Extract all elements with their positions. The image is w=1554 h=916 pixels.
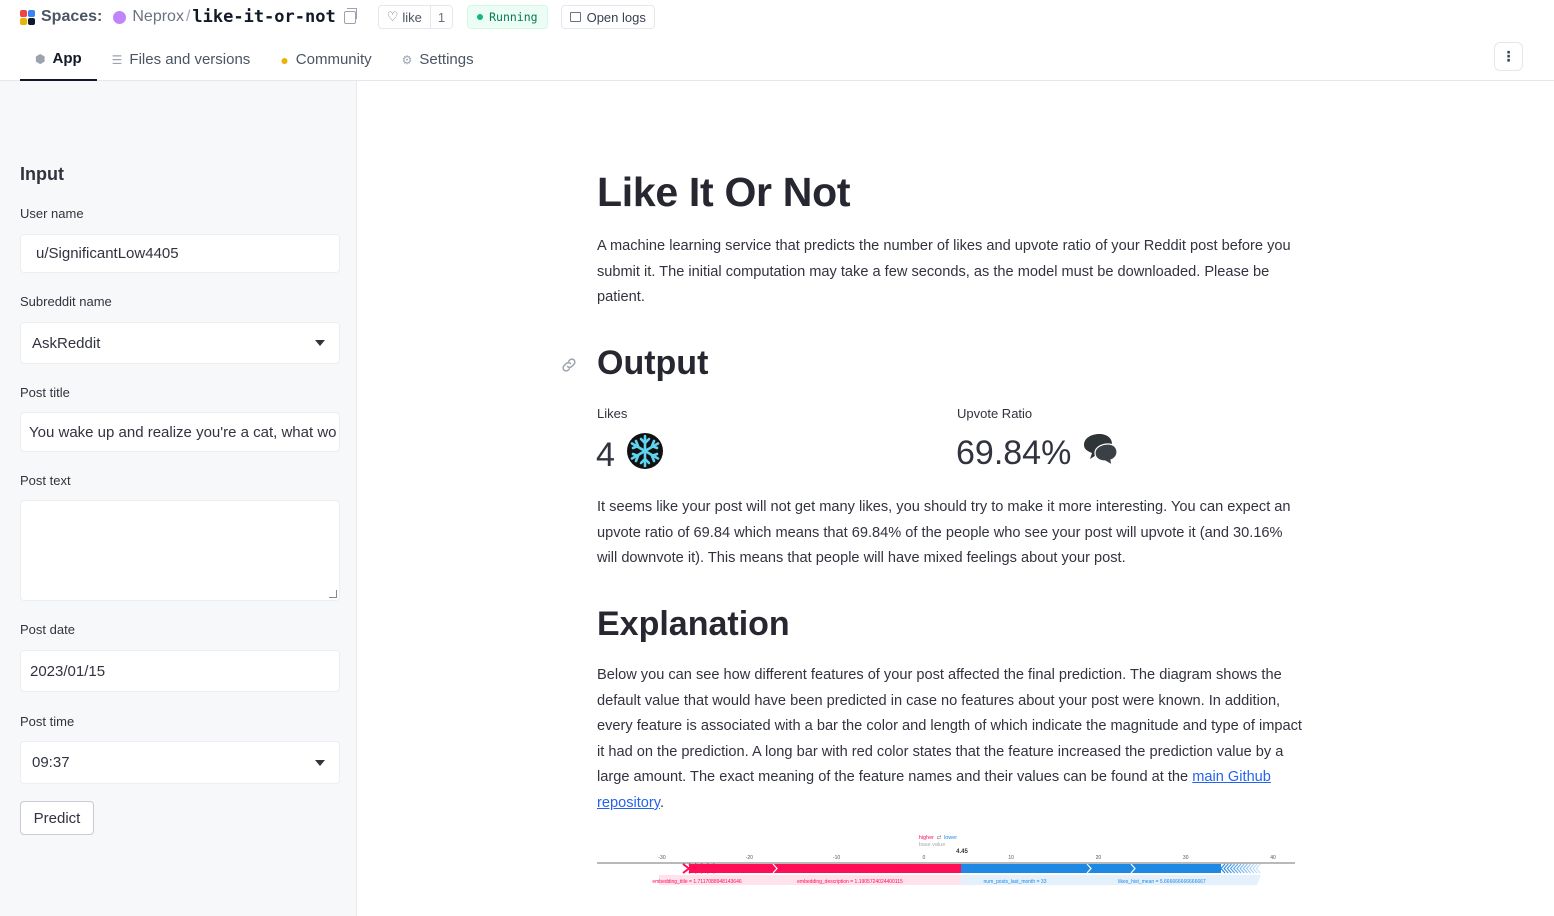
shap-force-plot: higher ⇄ lower base value 4.45 -30 -20 -10… bbox=[597, 834, 1295, 885]
force-plot-feature-label: embedding_title = 1.7117088948143646 bbox=[652, 879, 742, 885]
predict-button[interactable]: Predict bbox=[20, 801, 94, 835]
chevron-down-icon bbox=[315, 759, 325, 766]
space-title-row: Spaces: Neprox / like-it-or-not ♡ like 1… bbox=[20, 5, 655, 29]
community-icon: ● bbox=[280, 51, 289, 68]
tab-community[interactable]: ● Community bbox=[265, 38, 386, 81]
force-plot-ticks: -30 -20 -10 0 10 20 30 40 bbox=[658, 855, 1276, 861]
kebab-icon: ⋮ bbox=[1501, 48, 1516, 64]
output-heading: Output bbox=[597, 344, 709, 382]
spaces-link[interactable]: Spaces: bbox=[41, 8, 102, 26]
subreddit-select[interactable]: AskReddit bbox=[20, 322, 340, 364]
repo-name-link[interactable]: like-it-or-not bbox=[192, 7, 335, 27]
force-plot-tick-label: 30 bbox=[1183, 855, 1189, 861]
post-time-select[interactable]: 09:37 bbox=[20, 741, 340, 784]
post-title-input[interactable]: You wake up and realize you're a cat, wh… bbox=[20, 412, 340, 452]
upvote-ratio-metric: 69.84% bbox=[956, 431, 1119, 476]
gear-icon: ⚙ bbox=[401, 52, 413, 67]
post-text-label: Post text bbox=[20, 473, 71, 488]
post-date-input[interactable]: 2023/01/15 bbox=[20, 650, 340, 692]
force-plot-tick-label: -30 bbox=[658, 855, 665, 861]
subreddit-label: Subreddit name bbox=[20, 294, 112, 309]
force-plot-base-value-label: base value bbox=[919, 842, 946, 848]
force-plot-lower-arrow bbox=[1255, 863, 1261, 874]
force-plot-tick-label: 10 bbox=[1008, 855, 1014, 861]
force-plot-tick-label: 40 bbox=[1270, 855, 1276, 861]
likes-label: Likes bbox=[597, 406, 628, 421]
subreddit-value: AskReddit bbox=[32, 334, 101, 352]
force-plot-lower-label: lower bbox=[944, 835, 957, 841]
open-logs-label: Open logs bbox=[586, 9, 646, 25]
chevron-down-icon bbox=[315, 340, 325, 346]
user-name-value: u/SignificantLow4405 bbox=[36, 245, 179, 262]
page-title: Like It Or Not bbox=[597, 169, 851, 215]
tab-community-label: Community bbox=[295, 51, 372, 68]
tab-app[interactable]: ⬢ App bbox=[20, 38, 97, 81]
sidebar-title: Input bbox=[20, 164, 64, 184]
explanation-heading: Explanation bbox=[597, 605, 790, 643]
force-plot-feature-label: likes_hist_mean = 5.666666666666667 bbox=[1118, 879, 1206, 885]
post-title-value: You wake up and realize you're a cat, wh… bbox=[29, 423, 337, 441]
space-tabs: ⬢ App ☰ Files and versions ● Community ⚙… bbox=[20, 38, 489, 81]
post-title-label: Post title bbox=[20, 385, 70, 400]
input-sidebar: Input User name u/SignificantLow4405 Sub… bbox=[0, 81, 357, 916]
speech-balloons-icon bbox=[1081, 431, 1119, 476]
force-plot-tick-label: 0 bbox=[922, 855, 925, 861]
status-label: Running bbox=[489, 10, 538, 24]
tab-settings-label: Settings bbox=[419, 51, 474, 68]
logs-icon bbox=[569, 12, 581, 22]
explanation-body: Below you can see how different features… bbox=[597, 667, 1302, 786]
force-plot-higher-arrow bbox=[682, 863, 691, 874]
copy-icon[interactable] bbox=[343, 7, 357, 24]
tab-settings[interactable]: ⚙ Settings bbox=[387, 38, 489, 81]
tab-files-label: Files and versions bbox=[129, 51, 251, 68]
post-time-label: Post time bbox=[20, 714, 75, 729]
owner-link[interactable]: Neprox bbox=[132, 8, 184, 26]
force-plot-tick-label: -20 bbox=[746, 855, 753, 861]
likes-value: 4 bbox=[596, 436, 615, 474]
upvote-ratio-value: 69.84% bbox=[956, 434, 1072, 472]
force-plot-arrows-label: ⇄ bbox=[937, 834, 942, 841]
intro-text: A machine learning service that predicts… bbox=[597, 238, 1291, 306]
path-separator: / bbox=[185, 8, 191, 25]
post-text-textarea[interactable] bbox=[20, 500, 340, 601]
snowflake-icon bbox=[625, 431, 665, 480]
force-plot-higher-bar bbox=[689, 864, 961, 873]
link-icon[interactable] bbox=[560, 356, 578, 374]
user-name-input[interactable]: u/SignificantLow4405 bbox=[20, 234, 340, 273]
spaces-logo-icon[interactable] bbox=[20, 9, 35, 25]
post-date-value: 2023/01/15 bbox=[30, 662, 106, 680]
likes-metric: 4 bbox=[596, 431, 665, 480]
main-content: Like It Or Not A machine learning servic… bbox=[357, 81, 1554, 916]
cube-icon: ⬢ bbox=[35, 51, 46, 66]
status-dot-icon bbox=[477, 14, 484, 20]
explanation-end: . bbox=[660, 794, 665, 811]
heart-icon: ♡ bbox=[386, 9, 399, 24]
tab-app-label: App bbox=[52, 50, 82, 67]
output-text: It seems like your post will not get man… bbox=[597, 499, 1291, 567]
explanation-text: Below you can see how different features… bbox=[597, 663, 1303, 817]
post-time-value: 09:37 bbox=[32, 754, 70, 771]
tab-files-and-versions[interactable]: ☰ Files and versions bbox=[97, 38, 266, 81]
space-header: Spaces: Neprox / like-it-or-not ♡ like 1… bbox=[0, 0, 1554, 81]
more-options-button[interactable]: ⋮ bbox=[1494, 42, 1523, 71]
force-plot-tick-label: 20 bbox=[1096, 855, 1102, 861]
like-button[interactable]: ♡ like 1 bbox=[377, 5, 454, 29]
force-plot-tick-label: -10 bbox=[833, 855, 840, 861]
post-date-label: Post date bbox=[20, 622, 75, 637]
like-label: like bbox=[402, 9, 422, 25]
force-plot-feature-label: embedding_description = 1.19057240244001… bbox=[797, 879, 903, 885]
files-icon: ☰ bbox=[111, 52, 123, 67]
force-plot-feature-label: num_posts_last_month = 33 bbox=[984, 879, 1047, 885]
owner-avatar bbox=[113, 10, 127, 24]
force-plot-higher-label: higher bbox=[919, 835, 934, 841]
status-badge[interactable]: Running bbox=[467, 5, 548, 29]
user-name-label: User name bbox=[20, 206, 84, 221]
open-logs-button[interactable]: Open logs bbox=[560, 5, 655, 29]
like-count[interactable]: 1 bbox=[429, 6, 452, 28]
upvote-ratio-label: Upvote Ratio bbox=[957, 406, 1033, 421]
resize-handle-icon[interactable] bbox=[329, 590, 337, 598]
force-plot-output-value: 4.45 bbox=[956, 849, 968, 855]
